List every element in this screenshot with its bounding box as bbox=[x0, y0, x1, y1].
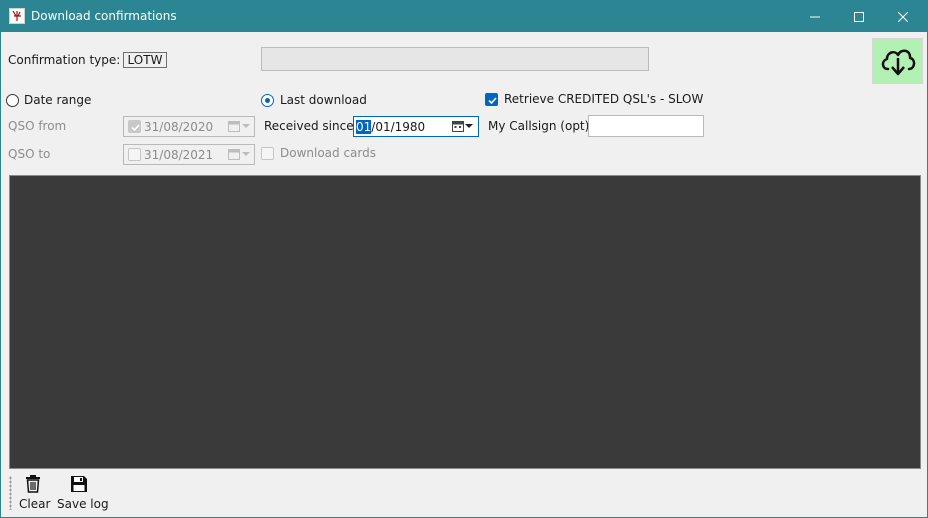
received-since-datepicker[interactable]: 01/01/1980 bbox=[353, 116, 479, 137]
save-log-button[interactable]: Save log bbox=[55, 475, 109, 513]
last-download-radio[interactable] bbox=[261, 94, 274, 107]
confirmation-type-value[interactable]: LOTW bbox=[123, 52, 167, 68]
qso-from-checkbox[interactable] bbox=[128, 120, 141, 133]
download-cards-checkbox[interactable] bbox=[261, 147, 274, 160]
bottom-toolbar: Clear Save log bbox=[9, 471, 921, 515]
save-log-label: Save log bbox=[57, 497, 109, 511]
qso-to-datepicker[interactable]: 31/08/2021 bbox=[123, 144, 255, 165]
calendar-icon bbox=[228, 149, 240, 160]
title-bar: Download confirmations bbox=[1, 1, 927, 32]
checkmark-icon bbox=[131, 124, 140, 132]
cloud-download-icon bbox=[881, 49, 915, 76]
log-output-panel[interactable] bbox=[9, 175, 921, 469]
app-icon bbox=[9, 8, 25, 24]
clear-label: Clear bbox=[19, 497, 51, 511]
qso-from-date: 31/08/2020 bbox=[144, 120, 214, 134]
minimize-icon bbox=[810, 16, 820, 17]
received-since-date-rest: /01/1980 bbox=[371, 120, 426, 134]
received-since-day-selected[interactable]: 01 bbox=[356, 120, 372, 134]
qso-from-datepicker[interactable]: 31/08/2020 bbox=[123, 116, 255, 137]
download-cards-label: Download cards bbox=[280, 146, 377, 160]
save-disk-icon bbox=[71, 476, 87, 492]
confirmation-type-label: Confirmation type: bbox=[8, 53, 121, 67]
clear-button[interactable]: Clear bbox=[17, 475, 51, 513]
download-confirmations-window: Download confirmations Confirmation type… bbox=[0, 0, 928, 518]
calendar-icon bbox=[228, 121, 240, 132]
maximize-button[interactable] bbox=[837, 1, 881, 32]
my-callsign-label: My Callsign (opt) bbox=[488, 119, 590, 133]
chevron-down-icon bbox=[242, 124, 250, 128]
retrieve-credited-label: Retrieve CREDITED QSL's - SLOW bbox=[504, 92, 704, 106]
toolbar-grip[interactable] bbox=[9, 476, 12, 510]
date-range-radio[interactable] bbox=[6, 94, 19, 107]
close-icon bbox=[898, 11, 908, 22]
qso-from-label: QSO from bbox=[8, 119, 67, 133]
chevron-down-icon bbox=[242, 152, 250, 156]
checkmark-icon bbox=[488, 97, 497, 105]
maximize-icon bbox=[854, 11, 864, 22]
date-range-label: Date range bbox=[24, 93, 92, 107]
trash-icon bbox=[26, 475, 40, 493]
qso-to-label: QSO to bbox=[8, 147, 51, 161]
chevron-down-icon[interactable] bbox=[465, 121, 473, 131]
download-button[interactable] bbox=[872, 38, 923, 84]
qso-to-date: 31/08/2021 bbox=[144, 148, 214, 162]
close-button[interactable] bbox=[881, 1, 925, 32]
last-download-label: Last download bbox=[280, 93, 367, 107]
qso-to-checkbox[interactable] bbox=[128, 148, 141, 161]
my-callsign-input[interactable] bbox=[588, 115, 704, 137]
retrieve-credited-checkbox[interactable] bbox=[485, 93, 498, 106]
received-since-label: Received since bbox=[264, 119, 354, 133]
minimize-button[interactable] bbox=[793, 1, 837, 32]
window-title: Download confirmations bbox=[31, 9, 177, 23]
calendar-icon[interactable] bbox=[452, 120, 464, 132]
progress-bar bbox=[261, 47, 649, 71]
